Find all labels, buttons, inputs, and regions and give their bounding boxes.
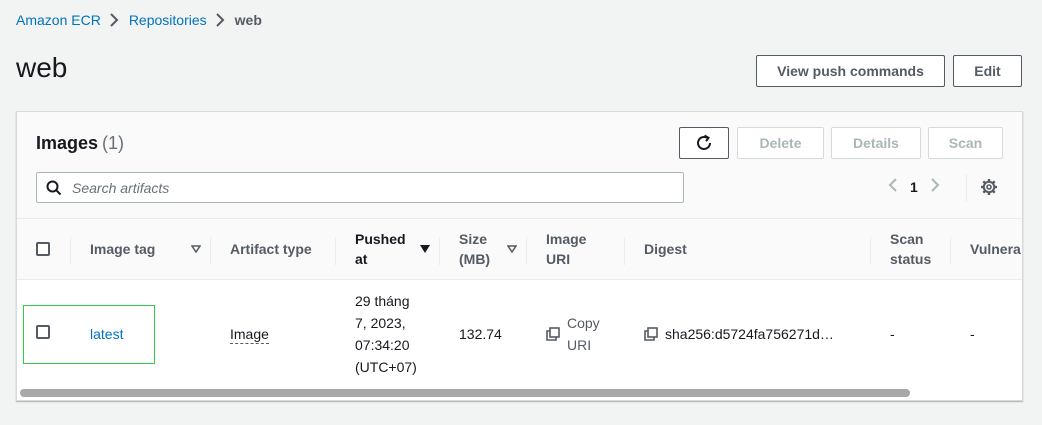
pushed-at-line: 07:34:20	[355, 336, 410, 353]
copy-uri-line1: Copy	[567, 314, 600, 331]
chevron-left-icon[interactable]	[888, 178, 897, 195]
panel-title-text: Images	[36, 133, 99, 153]
header-pushed-at-line2: at	[355, 250, 368, 267]
row-highlight-box	[23, 305, 155, 364]
header-pushed-at-label: Pushed at	[355, 229, 406, 269]
copy-uri-line2: URI	[567, 336, 592, 353]
search-input[interactable]: Search artifacts	[36, 172, 684, 203]
header-vulnerabilities-label: Vulnera	[970, 240, 1021, 257]
header-size-label: Size (MB)	[459, 229, 490, 269]
artifact-type-cell: Image	[211, 279, 336, 388]
refresh-icon	[697, 134, 711, 150]
copy-icon	[644, 326, 658, 341]
pushed-at-line: (UTC+07)	[355, 358, 417, 375]
scan-button[interactable]: Scan	[928, 127, 1003, 159]
header-select	[17, 219, 71, 280]
header-digest: Digest	[625, 219, 871, 280]
images-count: (1)	[102, 133, 125, 153]
header-image-uri-label: Image URI	[546, 229, 586, 269]
copy-uri-button[interactable]: Copy URI	[546, 312, 625, 356]
search-placeholder: Search artifacts	[72, 179, 170, 196]
edit-button[interactable]: Edit	[953, 55, 1022, 87]
header-scan-status: Scan status	[871, 219, 951, 280]
scan-status-cell: -	[890, 325, 895, 342]
vulnerabilities-cell: -	[970, 325, 975, 342]
header-scan-status-line1: Scan	[890, 230, 924, 247]
gear-icon[interactable]	[980, 178, 998, 201]
details-button[interactable]: Details	[831, 127, 921, 159]
sort-caret-icon	[420, 244, 430, 253]
header-digest-label: Digest	[644, 240, 687, 257]
copy-uri-label: Copy URI	[567, 312, 600, 356]
header-size-line2: (MB)	[459, 250, 491, 267]
images-table: Image tag Artifact type Pushed at Size (MB…	[17, 219, 1022, 388]
breadcrumb-current: web	[234, 12, 262, 28]
header-artifact-type-label: Artifact type	[230, 240, 312, 257]
table-header-row: Image tag Artifact type Pushed at Size (MB…	[17, 219, 1022, 280]
header-scan-status-line2: status	[890, 250, 932, 267]
table-row: latest Image 29 tháng 7, 2023, 07:34:20 …	[17, 279, 1022, 388]
pushed-at-cell: 29 tháng 7, 2023, 07:34:20 (UTC+07)	[336, 279, 440, 388]
header-pushed-at[interactable]: Pushed at	[336, 219, 440, 280]
search-icon	[46, 180, 62, 195]
digest-cell: sha256:d5724fa756271d…	[625, 279, 871, 388]
images-panel: Images (1) Delete Details Scan Search art…	[16, 111, 1023, 401]
header-image-uri-line2: URI	[546, 250, 571, 267]
chevron-right-icon	[101, 13, 129, 27]
header-image-tag-label: Image tag	[90, 240, 156, 257]
pagination: 1	[888, 178, 940, 195]
sort-caret-icon	[507, 245, 517, 253]
divider	[966, 174, 967, 202]
header-scan-status-label: Scan status	[890, 229, 931, 269]
select-all-checkbox[interactable]	[36, 241, 50, 256]
breadcrumb-amazon-ecr[interactable]: Amazon ECR	[16, 12, 101, 28]
horizontal-scrollbar[interactable]	[20, 389, 910, 397]
header-image-uri: Image URI	[527, 219, 625, 280]
chevron-right-icon	[207, 13, 235, 27]
panel-title: Images (1)	[36, 133, 124, 154]
copy-icon	[546, 326, 560, 341]
breadcrumb-repositories[interactable]: Repositories	[129, 12, 207, 28]
view-push-commands-button[interactable]: View push commands	[756, 55, 945, 87]
page-number[interactable]: 1	[910, 179, 918, 195]
copy-digest-button[interactable]: sha256:d5724fa756271d…	[644, 323, 871, 345]
delete-button[interactable]: Delete	[737, 127, 824, 159]
header-size[interactable]: Size (MB)	[440, 219, 527, 280]
header-vulnerabilities: Vulnera	[951, 219, 1022, 280]
header-pushed-at-line1: Pushed	[355, 230, 406, 247]
header-image-tag[interactable]: Image tag	[71, 219, 211, 280]
pushed-at-line: 29 tháng	[355, 292, 410, 309]
size-cell: 132.74	[459, 325, 502, 342]
page-title: web	[16, 52, 68, 83]
header-image-uri-line1: Image	[546, 230, 587, 247]
refresh-button[interactable]	[679, 127, 729, 159]
digest-value: sha256:d5724fa756271d…	[665, 325, 834, 342]
header-artifact-type: Artifact type	[211, 219, 336, 280]
header-size-line1: Size	[459, 230, 488, 247]
breadcrumb: Amazon ECR Repositories web	[16, 11, 262, 29]
panel-header: Images (1) Delete Details Scan Search art…	[17, 112, 1022, 219]
chevron-right-icon[interactable]	[931, 178, 940, 195]
artifact-type-value[interactable]: Image	[230, 325, 269, 344]
image-uri-cell: Copy URI	[527, 279, 625, 388]
sort-caret-icon	[191, 245, 201, 253]
pushed-at-line: 7, 2023,	[355, 314, 406, 331]
